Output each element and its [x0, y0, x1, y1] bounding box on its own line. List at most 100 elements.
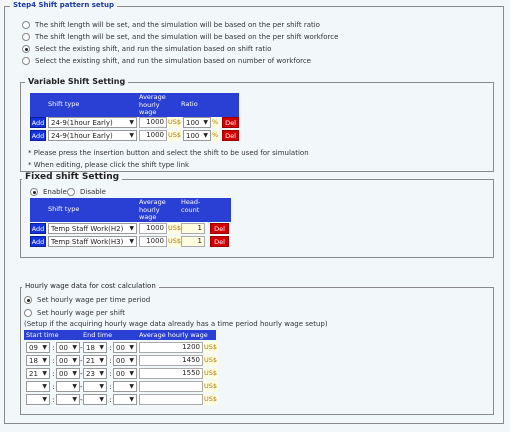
- shift-type-select[interactable]: Temp Staff Work(H2) ▼: [48, 223, 137, 234]
- time-value: 00: [116, 343, 125, 352]
- start-minute-select[interactable]: 00 ▼: [56, 342, 80, 353]
- wage-input[interactable]: 1000: [139, 223, 167, 234]
- mode-radio-1[interactable]: [22, 21, 30, 29]
- shift-type-value: 24-9(1hour Early): [51, 118, 113, 127]
- col-wage-header: Average hourly wage: [137, 198, 179, 222]
- time-value: 09: [29, 343, 38, 352]
- add-button[interactable]: Add: [30, 236, 46, 247]
- chevron-down-icon: ▼: [129, 357, 134, 364]
- shift-type-value: Temp Staff Work(H2): [51, 224, 124, 233]
- chevron-down-icon: ▼: [42, 396, 47, 403]
- shift-type-select[interactable]: Temp Staff Work(H3) ▼: [48, 236, 137, 247]
- hourly-wage-input[interactable]: 1550: [139, 368, 203, 379]
- wage-input[interactable]: 1000: [139, 236, 167, 247]
- mode-option-2[interactable]: The shift length will be set, and the si…: [22, 32, 338, 42]
- headcount-input[interactable]: 1: [181, 223, 205, 234]
- mode-option-3[interactable]: Select the existing shift, and run the s…: [22, 44, 271, 54]
- hourly-wage-title: Hourly wage data for cost calculation: [22, 282, 159, 290]
- end-hour-select[interactable]: 23 ▼: [83, 368, 107, 379]
- time-value: 00: [116, 356, 125, 365]
- start-minute-select[interactable]: 00 ▼: [56, 368, 80, 379]
- fixed-enable-option[interactable]: Enable: [30, 187, 67, 197]
- chevron-down-icon: ▼: [42, 344, 47, 351]
- time-value: 23: [86, 369, 95, 378]
- end-minute-select[interactable]: 00 ▼: [113, 342, 137, 353]
- hourly-shift-radio[interactable]: [24, 309, 32, 317]
- hourly-period-radio[interactable]: [24, 296, 32, 304]
- start-minute-select[interactable]: ▼: [56, 394, 80, 405]
- end-hour-select[interactable]: 21 ▼: [83, 355, 107, 366]
- start-hour-select[interactable]: 21 ▼: [26, 368, 50, 379]
- wage-input[interactable]: 1000: [139, 130, 167, 141]
- add-button[interactable]: Add: [30, 130, 46, 141]
- variable-note-edit: * When editing, please click the shift t…: [28, 161, 190, 169]
- shift-type-value: 24-9(1hour Early): [51, 131, 113, 140]
- chevron-down-icon: ▼: [72, 357, 77, 364]
- chevron-down-icon: ▼: [203, 119, 208, 126]
- add-button[interactable]: Add: [30, 223, 46, 234]
- shift-type-select[interactable]: 24-9(1hour Early) ▼: [48, 117, 137, 128]
- end-hour-select[interactable]: 18 ▼: [83, 342, 107, 353]
- headcount-input[interactable]: 1: [181, 236, 205, 247]
- ratio-value: 100: [186, 131, 200, 140]
- shift-type-select[interactable]: 24-9(1hour Early) ▼: [48, 130, 137, 141]
- start-hour-select[interactable]: ▼: [26, 394, 50, 405]
- delete-button[interactable]: Del: [210, 223, 229, 234]
- end-hour-select[interactable]: ▼: [83, 381, 107, 392]
- start-hour-select[interactable]: 18 ▼: [26, 355, 50, 366]
- currency-unit: US$: [203, 394, 219, 405]
- col-add-header: [30, 198, 46, 222]
- start-minute-select[interactable]: ▼: [56, 381, 80, 392]
- add-button[interactable]: Add: [30, 117, 46, 128]
- fixed-disable-radio[interactable]: [67, 188, 75, 196]
- end-minute-select[interactable]: ▼: [113, 381, 137, 392]
- end-minute-select[interactable]: 00 ▼: [113, 355, 137, 366]
- chevron-down-icon: ▼: [129, 132, 134, 139]
- hourly-option-period[interactable]: Set hourly wage per time period: [24, 295, 150, 305]
- start-minute-select[interactable]: 00 ▼: [56, 355, 80, 366]
- chevron-down-icon: ▼: [99, 357, 104, 364]
- mode-radio-3[interactable]: [22, 45, 30, 53]
- chevron-down-icon: ▼: [129, 344, 134, 351]
- end-hour-select[interactable]: ▼: [83, 394, 107, 405]
- col-wage-header: Average hourly wage: [137, 93, 179, 117]
- mode-option-1[interactable]: The shift length will be set, and the si…: [22, 20, 320, 30]
- ratio-select[interactable]: 100 ▼: [183, 117, 211, 128]
- chevron-down-icon: ▼: [72, 383, 77, 390]
- col-del-header: [209, 198, 231, 222]
- chevron-down-icon: ▼: [99, 396, 104, 403]
- chevron-down-icon: ▼: [72, 344, 77, 351]
- fixed-enable-radio[interactable]: [30, 188, 38, 196]
- col-del-header: [221, 93, 239, 117]
- ratio-select[interactable]: 100 ▼: [183, 130, 211, 141]
- wage-input[interactable]: 1000: [139, 117, 167, 128]
- fixed-disable-option[interactable]: Disable: [67, 187, 106, 197]
- chevron-down-icon: ▼: [129, 396, 134, 403]
- hourly-wage-input[interactable]: [139, 381, 203, 392]
- mode-radio-4[interactable]: [22, 57, 30, 65]
- end-minute-select[interactable]: 00 ▼: [113, 368, 137, 379]
- hourly-wage-input[interactable]: [139, 394, 203, 405]
- col-start-header: Start time: [24, 330, 81, 340]
- chevron-down-icon: ▼: [129, 370, 134, 377]
- currency-unit: US$: [203, 381, 219, 392]
- time-value: 00: [59, 369, 68, 378]
- currency-unit: US$: [203, 342, 219, 353]
- chevron-down-icon: ▼: [42, 383, 47, 390]
- hourly-option-shift[interactable]: Set hourly wage per shift: [24, 308, 125, 318]
- chevron-down-icon: ▼: [99, 370, 104, 377]
- mode-option-4[interactable]: Select the existing shift, and run the s…: [22, 56, 311, 66]
- col-shift-type-header: Shift type: [46, 198, 137, 222]
- delete-button[interactable]: Del: [222, 130, 239, 141]
- hourly-wage-input[interactable]: 1450: [139, 355, 203, 366]
- ratio-value: 100: [186, 118, 200, 127]
- end-minute-select[interactable]: ▼: [113, 394, 137, 405]
- time-value: 00: [59, 356, 68, 365]
- start-hour-select[interactable]: ▼: [26, 381, 50, 392]
- mode-radio-2[interactable]: [22, 33, 30, 41]
- hourly-shift-label: Set hourly wage per shift: [37, 309, 126, 317]
- delete-button[interactable]: Del: [210, 236, 229, 247]
- delete-button[interactable]: Del: [222, 117, 239, 128]
- hourly-wage-input[interactable]: 1200: [139, 342, 203, 353]
- start-hour-select[interactable]: 09 ▼: [26, 342, 50, 353]
